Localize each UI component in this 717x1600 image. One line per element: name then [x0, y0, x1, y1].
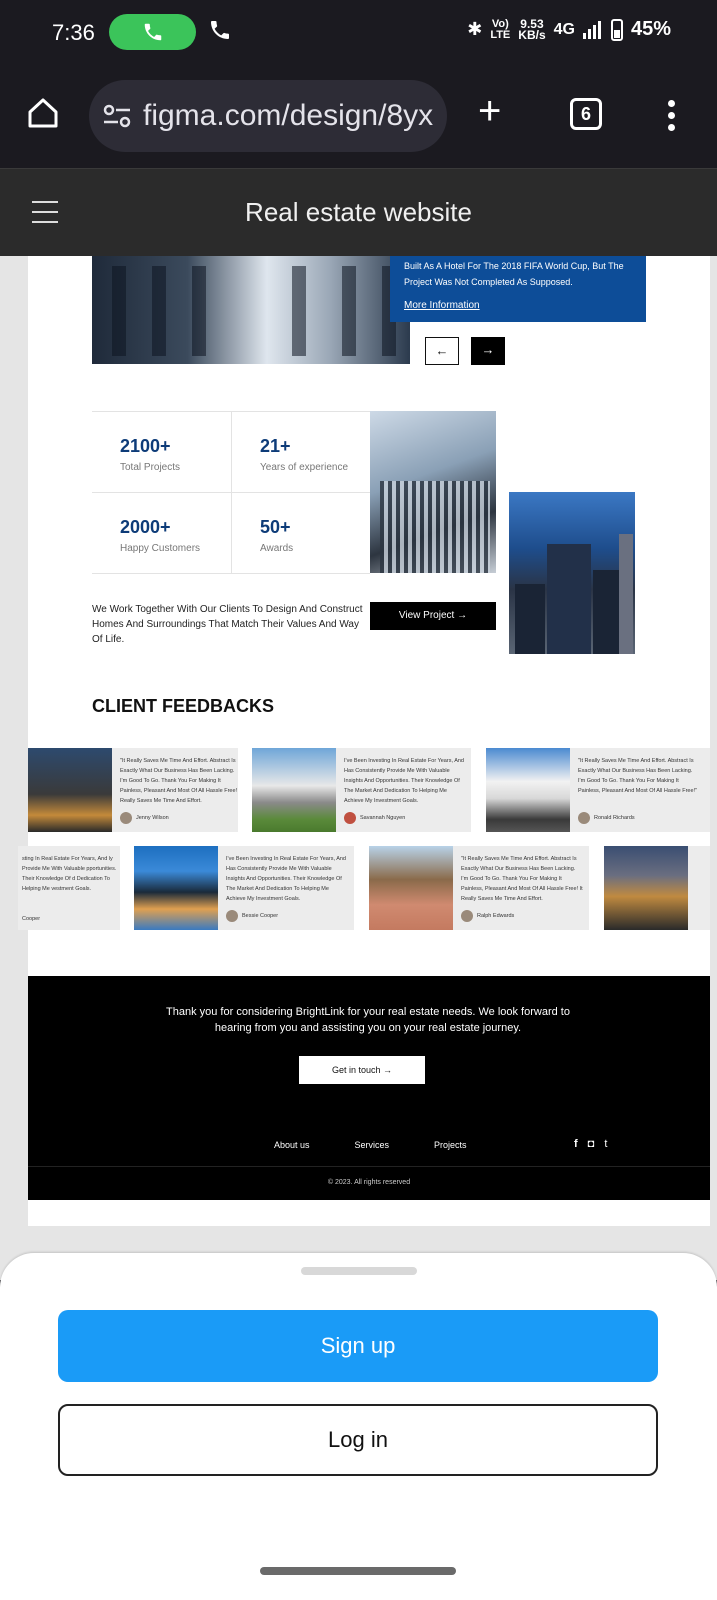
bluetooth-icon: ✱	[467, 19, 483, 39]
skyscraper-image	[509, 492, 635, 654]
tab-switcher-button[interactable]: 6	[570, 98, 602, 130]
feedback-card: "It Really Saves Me Time And Effort. Abs…	[28, 748, 238, 832]
feedback-card: I've Been Investing In Real Estate For Y…	[134, 846, 354, 930]
next-arrow-button[interactable]: →	[471, 337, 505, 365]
sign-up-button[interactable]: Sign up	[58, 1310, 658, 1382]
footer-message: Thank you for considering BrightLink for…	[166, 1006, 570, 1034]
feedback-text: "It Really Saves Me Time And Effort. Abs…	[578, 758, 698, 794]
house-photo	[28, 748, 112, 832]
avatar	[461, 910, 473, 922]
reviewer: Savannah Nguyen	[344, 812, 405, 824]
auth-bottom-sheet: Sign up Log in	[0, 1253, 717, 1600]
figma-header: Real estate website	[0, 168, 717, 256]
house-photo	[252, 748, 336, 832]
facebook-icon[interactable]: f	[574, 1138, 578, 1150]
phone-icon	[211, 21, 229, 39]
social-links: f ◘ t	[574, 1138, 607, 1150]
reviewer: Jenny Wilson	[120, 812, 169, 824]
stat-awards: 50+ Awards	[231, 493, 370, 574]
gesture-nav-bar[interactable]	[260, 1567, 456, 1575]
avatar	[344, 812, 356, 824]
signal-icon	[582, 20, 601, 39]
clock: 7:36	[52, 20, 95, 45]
project-description: Built As A Hotel For The 2018 FIFA World…	[404, 261, 624, 287]
stats-grid: 2100+ Total Projects 21+ Years of experien…	[92, 411, 370, 574]
footer-nav: About us Services Projects	[274, 1140, 467, 1150]
feedback-text: I've Been Investing In Real Estate For Y…	[226, 856, 346, 902]
house-photo	[134, 846, 218, 930]
stat-years-experience: 21+ Years of experience	[231, 412, 370, 493]
get-in-touch-button[interactable]: Get in touch →	[299, 1056, 425, 1084]
avatar	[578, 812, 590, 824]
footer-link-services[interactable]: Services	[355, 1140, 390, 1150]
hero-building-image	[92, 256, 410, 364]
feedback-text: I've Been Investing In Real Estate For Y…	[344, 758, 464, 804]
house-photo	[369, 846, 453, 930]
reviewer: Ralph Edwards	[461, 910, 514, 922]
feedback-card	[604, 846, 710, 930]
view-project-button[interactable]: View Project →	[370, 602, 496, 630]
project-info-card: Built As A Hotel For The 2018 FIFA World…	[390, 256, 646, 322]
ongoing-call-pill[interactable]	[109, 14, 196, 50]
reviewer: Bessie Cooper	[226, 910, 278, 922]
status-bar: 7:36 ✱ Vo) LTE 9.53 KB/s 4G 45%	[0, 0, 717, 66]
reviewer: Cooper	[22, 916, 41, 922]
site-footer: Thank you for considering BrightLink for…	[28, 976, 710, 1200]
feedback-text: sting In Real Estate For Years, And ly P…	[22, 856, 117, 892]
feedback-text: "It Really Saves Me Time And Effort. Abs…	[461, 856, 583, 902]
client-feedbacks-heading: CLIENT FEEDBACKS	[92, 696, 275, 716]
instagram-icon[interactable]: ◘	[588, 1138, 595, 1150]
more-menu-icon[interactable]	[668, 100, 676, 136]
modern-building-image	[370, 411, 496, 573]
avatar	[120, 812, 132, 824]
address-bar[interactable]: figma.com/design/8yx	[89, 80, 447, 152]
feedback-card: "It Really Saves Me Time And Effort. Abs…	[486, 748, 710, 832]
feedback-card: sting In Real Estate For Years, And ly P…	[18, 846, 120, 930]
call-icon	[144, 23, 161, 41]
website-frame: Built As A Hotel For The 2018 FIFA World…	[18, 256, 710, 1226]
twitter-icon[interactable]: t	[604, 1138, 607, 1150]
new-tab-icon[interactable]: +	[478, 91, 501, 131]
more-information-link[interactable]: More Information	[404, 300, 632, 311]
home-icon[interactable]	[26, 96, 60, 130]
avatar	[226, 910, 238, 922]
design-canvas[interactable]: Built As A Hotel For The 2018 FIFA World…	[0, 256, 717, 1280]
house-photo	[486, 748, 570, 832]
url-text: figma.com/design/8yx	[143, 99, 434, 132]
volte-indicator: Vo) LTE	[490, 17, 511, 41]
house-photo	[604, 846, 688, 930]
network-speed: 9.53 KB/s	[518, 16, 546, 42]
prev-arrow-button[interactable]: ←	[425, 337, 459, 365]
footer-link-about[interactable]: About us	[274, 1140, 310, 1150]
footer-link-projects[interactable]: Projects	[434, 1140, 467, 1150]
feedback-card: I've Been Investing In Real Estate For Y…	[252, 748, 471, 832]
stat-happy-customers: 2000+ Happy Customers	[92, 493, 231, 574]
network-type: 4G	[553, 20, 575, 38]
feedback-text: "It Really Saves Me Time And Effort. Abs…	[120, 758, 238, 804]
screen: 7:36 ✱ Vo) LTE 9.53 KB/s 4G 45% figma.co…	[0, 0, 717, 1600]
feedback-card: "It Really Saves Me Time And Effort. Abs…	[369, 846, 589, 930]
file-title: Real estate website	[245, 197, 472, 227]
browser-toolbar: figma.com/design/8yx + 6	[0, 66, 717, 168]
status-icons: ✱ Vo) LTE 9.53 KB/s 4G 45%	[467, 18, 671, 41]
sheet-drag-handle[interactable]	[301, 1267, 417, 1275]
mission-text: We Work Together With Our Clients To Des…	[92, 604, 363, 645]
battery-percent: 45%	[630, 18, 671, 40]
battery-icon	[610, 18, 623, 41]
stat-total-projects: 2100+ Total Projects	[92, 412, 231, 493]
footer-divider	[28, 1166, 710, 1167]
copyright: © 2023. All rights reserved	[327, 1179, 411, 1186]
log-in-button[interactable]: Log in	[58, 1404, 658, 1476]
site-settings-icon[interactable]	[103, 104, 131, 128]
reviewer: Ronald Richards	[578, 812, 635, 824]
